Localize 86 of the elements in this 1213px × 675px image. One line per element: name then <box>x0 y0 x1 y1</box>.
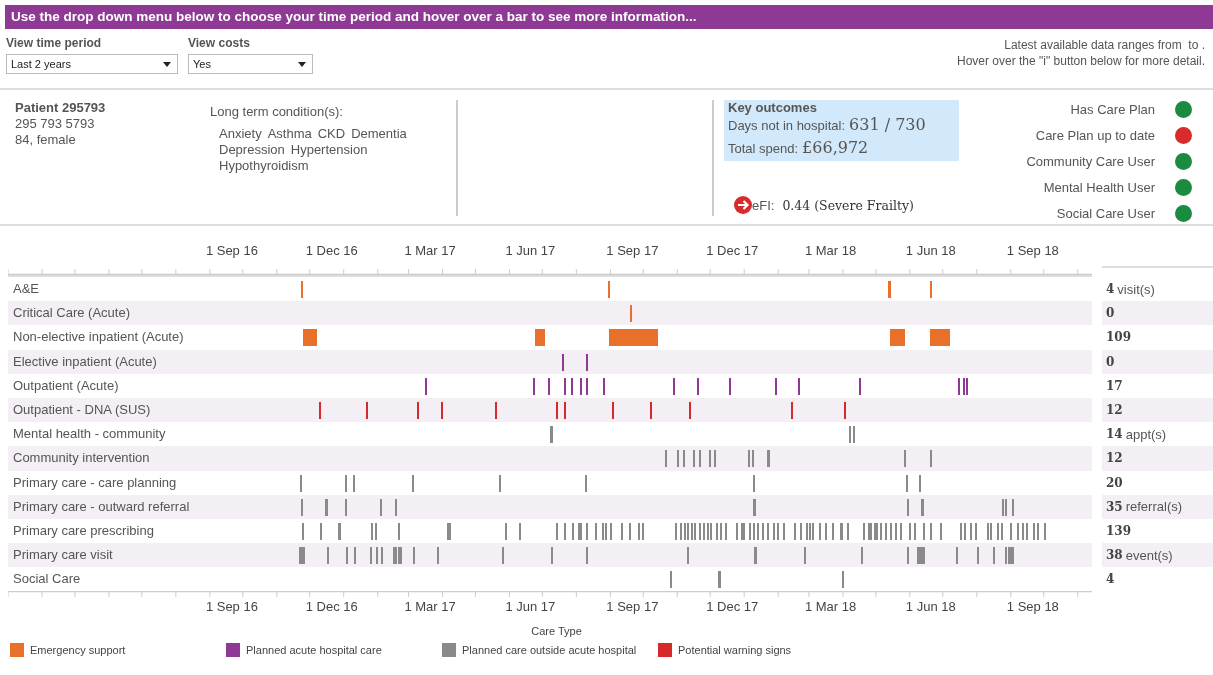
axis-label: 1 Dec 16 <box>305 599 358 615</box>
indicator-label: Has Care Plan <box>1070 102 1155 117</box>
indicator-label: Community Care User <box>1026 154 1155 169</box>
caret-icon <box>298 61 306 67</box>
conditions-title: Long term condition(s): <box>210 104 344 119</box>
legend-label: Potential warning signs <box>678 644 792 657</box>
info-text: Latest available data ranges from to . <box>1003 37 1205 53</box>
outcome-label: Total spend: <box>728 141 799 156</box>
row-label: Outpatient (Acute) <box>13 377 119 393</box>
condition-text: CKD <box>317 126 346 142</box>
event-count: 4 <box>1106 282 1115 297</box>
condition-text: Hypertension <box>290 142 368 158</box>
outcome-value: 631 / 730 <box>849 115 926 134</box>
condition-text: Asthma <box>267 126 312 142</box>
efi-value: 0.44 (Severe Frailty) <box>782 197 914 213</box>
axis-label: 1 Sep 18 <box>1006 599 1059 615</box>
axis-label: 1 Sep 16 <box>205 243 258 258</box>
row-label: Non-elective inpatient (Acute) <box>13 329 184 345</box>
event-count: 12 <box>1106 451 1123 466</box>
axis-label: 1 Jun 17 <box>505 243 556 258</box>
row-label: Elective inpatient (Acute) <box>13 353 157 369</box>
indicator-label: Care Plan up to date <box>1035 128 1155 143</box>
axis-label: 1 Jun 18 <box>905 243 956 258</box>
row-label: Mental health - community <box>13 426 166 442</box>
outcome-value: £66,972 <box>802 138 869 157</box>
event-count: 12 <box>1106 403 1123 418</box>
row-label: A&E <box>13 281 39 296</box>
event-count: 14 <box>1106 427 1123 442</box>
legend-label: Planned acute hospital care <box>246 644 382 657</box>
condition-text: Hypothyroidism <box>219 158 309 174</box>
axis-label: 1 Dec 16 <box>305 243 358 258</box>
row-label: Outpatient - DNA (SUS) <box>13 401 151 417</box>
event-count: 0 <box>1106 354 1115 369</box>
dropdown-label: View time period <box>6 36 103 50</box>
dropdown-label: View costs <box>188 36 251 50</box>
axis-label: 1 Mar 17 <box>404 599 456 615</box>
row-label: Primary care prescribing <box>13 522 154 538</box>
event-count: 109 <box>1106 330 1132 345</box>
indicator-label: Social Care User <box>1056 206 1155 221</box>
row-label: Critical Care (Acute) <box>13 305 131 321</box>
axis-label: 1 Mar 18 <box>804 243 857 258</box>
axis-label: 1 Sep 16 <box>205 599 258 615</box>
caret-icon <box>163 61 171 67</box>
axis-label: 1 Sep 17 <box>606 599 659 615</box>
dropdown[interactable]: Last 2 years <box>6 54 178 74</box>
info-text: Hover over the "i" button below for more detail. <box>957 53 1205 69</box>
axis-label: 1 Dec 17 <box>706 243 759 258</box>
axis-label: 1 Jun 18 <box>905 599 956 615</box>
legend-title: Care Type <box>531 625 582 638</box>
outcome-label: Days not in hospital: <box>728 118 846 133</box>
row-label: Social Care <box>13 571 81 587</box>
patient-name: Patient 295793 <box>15 100 107 116</box>
event-count: 139 <box>1106 523 1132 538</box>
indicator-label: Mental Health User <box>1043 180 1155 195</box>
patient-age-sex: 84, female <box>15 132 77 148</box>
dropdown[interactable]: Yes <box>188 54 313 74</box>
event-count: 35 <box>1106 499 1123 514</box>
count-unit: referral(s) <box>1125 499 1183 515</box>
condition-text: Anxiety <box>219 126 262 142</box>
axis-label: 1 Mar 17 <box>404 243 456 258</box>
condition-text: Dementia <box>351 126 407 142</box>
axis-label: 1 Sep 17 <box>606 243 659 258</box>
arrow-circle-icon[interactable] <box>734 196 752 214</box>
count-unit: visit(s) <box>1117 281 1155 297</box>
event-count: 0 <box>1106 306 1115 321</box>
legend-label: Planned care outside acute hospital <box>462 644 637 657</box>
row-label: Community intervention <box>13 450 150 466</box>
row-label: Primary care visit <box>13 547 113 563</box>
event-count: 17 <box>1106 378 1123 393</box>
event-count: 20 <box>1106 475 1123 490</box>
condition-text: Depression <box>219 142 285 158</box>
legend-label: Emergency support <box>30 644 126 657</box>
row-label: Primary care - care planning <box>13 474 177 490</box>
patient-number: 295 793 5793 <box>15 116 96 132</box>
count-unit: event(s) <box>1125 547 1173 563</box>
axis-label: 1 Jun 17 <box>505 599 556 615</box>
axis-label: 1 Sep 18 <box>1006 243 1059 258</box>
axis-label: 1 Dec 17 <box>706 599 759 615</box>
efi-label: eFI: <box>752 197 775 213</box>
row-label: Primary care - outward referral <box>13 498 190 514</box>
axis-label: 1 Mar 18 <box>804 599 857 615</box>
banner-text: Use the drop down menu below to choose your time period and hover over a bar to see more information... <box>5 5 1213 29</box>
panel-title: Key outcomes <box>728 100 818 115</box>
event-count: 4 <box>1106 572 1115 587</box>
event-count: 38 <box>1106 548 1123 563</box>
count-unit: appt(s) <box>1125 426 1167 442</box>
